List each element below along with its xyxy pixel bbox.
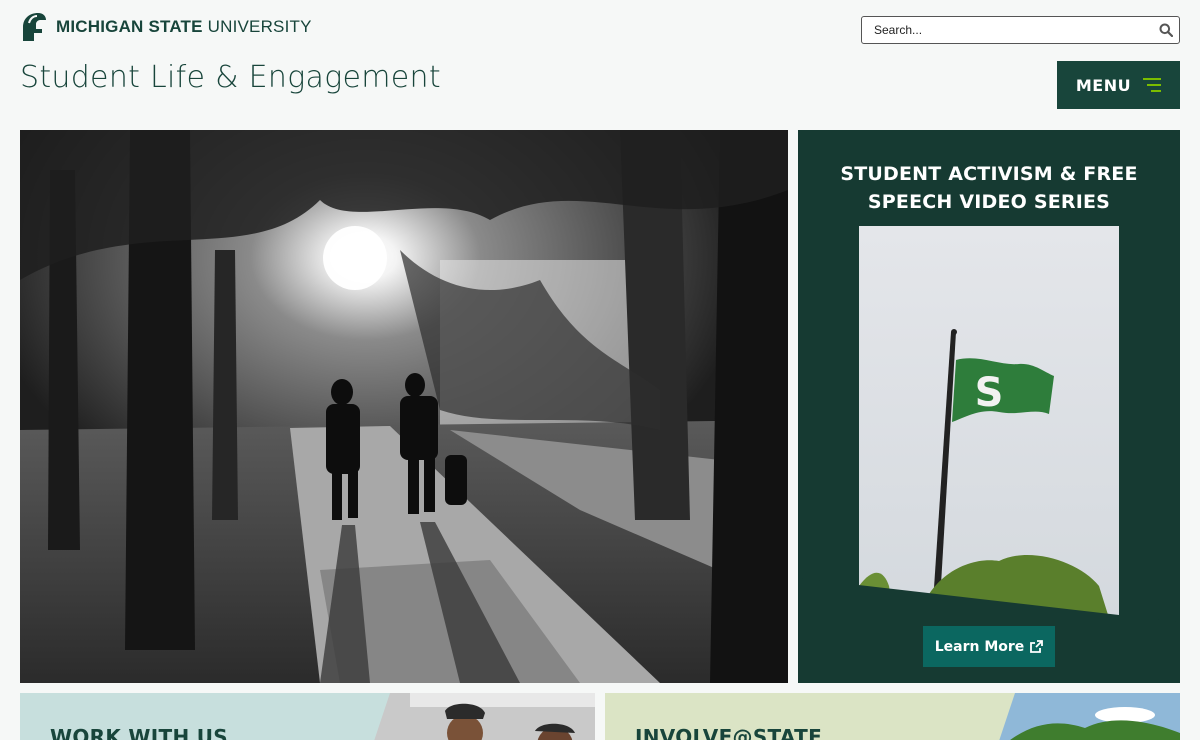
search-box <box>861 16 1180 44</box>
external-link-icon <box>1030 640 1044 653</box>
card-photo <box>999 693 1180 740</box>
search-icon[interactable] <box>1153 17 1179 43</box>
msu-logo[interactable]: MICHIGAN STATE UNIVERSITY <box>20 10 312 44</box>
menu-button[interactable]: MENU <box>1057 61 1180 109</box>
university-wordmark: MICHIGAN STATE UNIVERSITY <box>56 17 312 37</box>
card-title: INVOLVE@STATE <box>635 725 823 740</box>
page-title[interactable]: Student Life & Engagement <box>20 60 441 95</box>
search-input[interactable] <box>862 17 1153 43</box>
feature-panel: STUDENT ACTIVISM & FREE SPEECH VIDEO SER… <box>798 130 1180 683</box>
spartan-helmet-icon <box>23 13 46 41</box>
feature-wedge <box>798 578 1180 683</box>
menu-label: MENU <box>1075 75 1132 95</box>
wordmark-light: UNIVERSITY <box>207 17 312 36</box>
hero-image <box>20 130 788 683</box>
card-work-with-us[interactable]: WORK WITH US <box>20 693 595 740</box>
card-photo <box>374 693 595 740</box>
learn-more-button[interactable]: Learn More <box>923 626 1055 667</box>
hamburger-icon <box>1143 78 1162 92</box>
card-involve-at-state[interactable]: INVOLVE@STATE <box>605 693 1180 740</box>
card-title: WORK WITH US <box>50 725 229 740</box>
learn-more-label: Learn More <box>934 638 1025 655</box>
wordmark-bold: MICHIGAN STATE <box>56 17 203 36</box>
